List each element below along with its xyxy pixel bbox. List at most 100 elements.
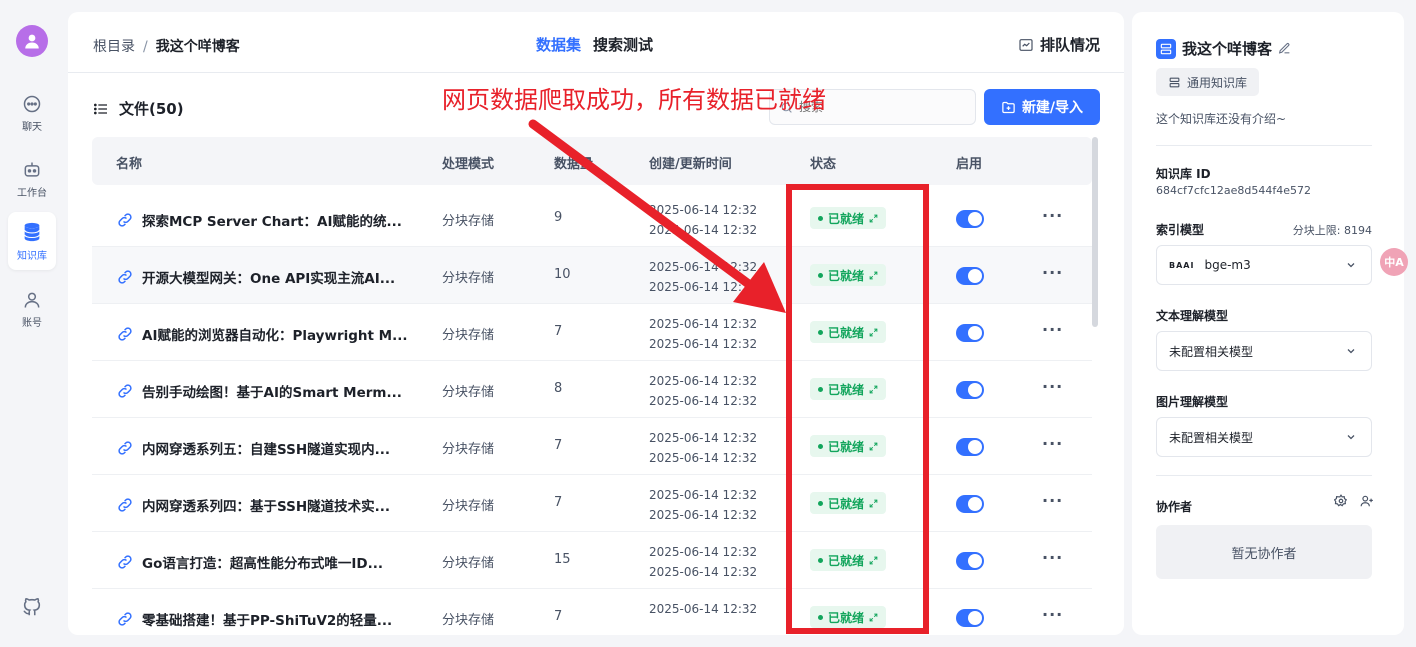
breadcrumb-root[interactable]: 根目录 — [93, 39, 135, 55]
left-nav: 聊天 工作台 知识库 账号 — [0, 0, 64, 647]
file-name-cell[interactable]: AI赋能的浏览器自动化：Playwright M... — [116, 324, 408, 344]
table-row[interactable]: 开源大模型网关：One API实现主流AI... 分块存储 10 2025-06… — [92, 247, 1092, 304]
count-cell: 9 — [554, 210, 563, 225]
index-model-select[interactable]: BAAI bge-m3 — [1156, 245, 1372, 285]
more-menu-icon[interactable]: ··· — [1042, 263, 1063, 282]
column-header-count[interactable]: 数据量 — [554, 153, 593, 172]
file-name-cell[interactable]: 零基础搭建！基于PP-ShiTuV2的轻量... — [116, 609, 392, 629]
nav-item-knowledge-base[interactable]: 知识库 — [8, 212, 56, 270]
kb-title: 我这个咩博客 — [1156, 38, 1291, 59]
table-row[interactable]: Go语言打造：超高性能分布式唯一ID... 分块存储 15 2025-06-14… — [92, 532, 1092, 589]
settings-icon[interactable] — [1334, 494, 1348, 508]
mode-cell: 分块存储 — [442, 613, 495, 628]
divider — [1156, 145, 1372, 146]
updated-time: 2025-06-14 12:32 — [649, 451, 758, 465]
table-row[interactable]: 内网穿透系列五：自建SSH隧道实现内... 分块存储 7 2025-06-14 … — [92, 418, 1092, 475]
more-menu-icon[interactable]: ··· — [1042, 491, 1063, 510]
chunk-limit: 分块上限: 8194 — [1292, 224, 1372, 237]
table-row[interactable]: 探索MCP Server Chart：AI赋能的统... 分块存储 9 2025… — [92, 190, 1092, 247]
kb-type-label: 通用知识库 — [1187, 75, 1248, 90]
file-name: 开源大模型网关：One API实现主流AI... — [142, 271, 396, 287]
queue-button[interactable]: 排队情况 — [1018, 34, 1100, 55]
file-name-cell[interactable]: Go语言打造：超高性能分布式唯一ID... — [116, 552, 383, 572]
files-count-title: 文件(50) — [119, 100, 184, 118]
more-menu-icon[interactable]: ··· — [1042, 320, 1063, 339]
server-icon — [1169, 77, 1180, 87]
file-name: 告别手动绘图！基于AI的Smart Merm... — [142, 385, 402, 401]
count-cell: 10 — [554, 267, 571, 282]
more-menu-icon[interactable]: ··· — [1042, 605, 1063, 624]
add-user-icon[interactable] — [1360, 494, 1374, 508]
github-link[interactable] — [21, 596, 43, 622]
enable-toggle[interactable] — [956, 267, 984, 285]
table-row[interactable]: 零基础搭建！基于PP-ShiTuV2的轻量... 分块存储 7 2025-06-… — [92, 589, 1092, 635]
file-name: 内网穿透系列五：自建SSH隧道实现内... — [142, 442, 391, 458]
chevron-down-icon — [1347, 263, 1355, 268]
new-import-label: 新建/导入 — [1021, 100, 1084, 116]
nav-label: 知识库 — [17, 250, 47, 262]
table-row[interactable]: 内网穿透系列四：基于SSH隧道技术实... 分块存储 7 2025-06-14 … — [92, 475, 1092, 532]
file-name-cell[interactable]: 内网穿透系列五：自建SSH隧道实现内... — [116, 438, 390, 458]
created-time: 2025-06-14 12:32 — [649, 488, 758, 502]
annotation-highlight-box — [786, 184, 929, 634]
count-cell: 7 — [554, 609, 563, 624]
nav-item-chat[interactable]: 聊天 — [8, 84, 56, 142]
column-header-name[interactable]: 名称 — [116, 153, 142, 172]
updated-time: 2025-06-14 12:32 — [649, 280, 758, 294]
server-icon — [1160, 43, 1172, 54]
link-icon — [118, 498, 132, 512]
more-menu-icon[interactable]: ··· — [1042, 548, 1063, 567]
created-time: 2025-06-14 12:32 — [649, 545, 758, 559]
folder-plus-icon — [1002, 101, 1015, 113]
list-icon — [94, 103, 107, 114]
file-name: 内网穿透系列四：基于SSH隧道技术实... — [142, 499, 391, 515]
enable-toggle[interactable] — [956, 210, 984, 228]
updated-time: 2025-06-14 12:32 — [649, 508, 758, 522]
nav-item-account[interactable]: 账号 — [8, 280, 56, 338]
link-icon — [118, 612, 132, 626]
table-row[interactable]: AI赋能的浏览器自动化：Playwright M... 分块存储 7 2025-… — [92, 304, 1092, 361]
more-menu-icon[interactable]: ··· — [1042, 434, 1063, 453]
file-name-cell[interactable]: 探索MCP Server Chart：AI赋能的统... — [116, 210, 402, 230]
more-menu-icon[interactable]: ··· — [1042, 377, 1063, 396]
kb-type-badge: 通用知识库 — [1156, 68, 1260, 96]
user-silhouette-icon — [25, 34, 39, 49]
nav-label: 聊天 — [22, 121, 42, 133]
file-name-cell[interactable]: 内网穿透系列四：基于SSH隧道技术实... — [116, 495, 390, 515]
created-time: 2025-06-14 12:32 — [649, 374, 758, 388]
translate-float-button[interactable]: 中A — [1380, 248, 1408, 276]
link-icon — [118, 270, 132, 284]
enable-toggle[interactable] — [956, 552, 984, 570]
text-model-select[interactable]: 未配置相关模型 — [1156, 331, 1372, 371]
tab-search-test[interactable]: 搜索测试 — [593, 34, 653, 55]
kb-intro: 这个知识库还没有介绍~ — [1156, 112, 1287, 126]
image-model-select[interactable]: 未配置相关模型 — [1156, 417, 1372, 457]
enable-toggle[interactable] — [956, 324, 984, 342]
mode-cell: 分块存储 — [442, 442, 495, 457]
column-header-status[interactable]: 状态 — [810, 153, 836, 172]
user-avatar[interactable] — [16, 25, 48, 57]
enable-toggle[interactable] — [956, 495, 984, 513]
files-title: 文件(50) — [93, 98, 184, 119]
tab-dataset[interactable]: 数据集 — [536, 34, 581, 55]
enable-toggle[interactable] — [956, 381, 984, 399]
kb-id-label: 知识库 ID — [1156, 167, 1211, 181]
file-name-cell[interactable]: 告别手动绘图！基于AI的Smart Merm... — [116, 381, 402, 401]
nav-item-workbench[interactable]: 工作台 — [8, 150, 56, 208]
column-header-mode[interactable]: 处理模式 — [442, 153, 494, 172]
link-icon — [118, 327, 132, 341]
table-scrollbar[interactable] — [1092, 137, 1098, 327]
text-model-value: 未配置相关模型 — [1169, 344, 1254, 359]
edit-icon[interactable] — [1278, 42, 1291, 55]
more-menu-icon[interactable]: ··· — [1042, 206, 1063, 225]
table-row[interactable]: 告别手动绘图！基于AI的Smart Merm... 分块存储 8 2025-06… — [92, 361, 1092, 418]
created-time: 2025-06-14 12:32 — [649, 431, 758, 445]
column-header-time[interactable]: 创建/更新时间 — [649, 153, 732, 172]
column-header-enabled[interactable]: 启用 — [956, 153, 982, 172]
file-name-cell[interactable]: 开源大模型网关：One API实现主流AI... — [116, 267, 395, 287]
new-import-button[interactable]: 新建/导入 — [984, 89, 1100, 125]
created-time: 2025-06-14 12:32 — [649, 203, 758, 217]
count-cell: 7 — [554, 324, 563, 339]
enable-toggle[interactable] — [956, 609, 984, 627]
enable-toggle[interactable] — [956, 438, 984, 456]
